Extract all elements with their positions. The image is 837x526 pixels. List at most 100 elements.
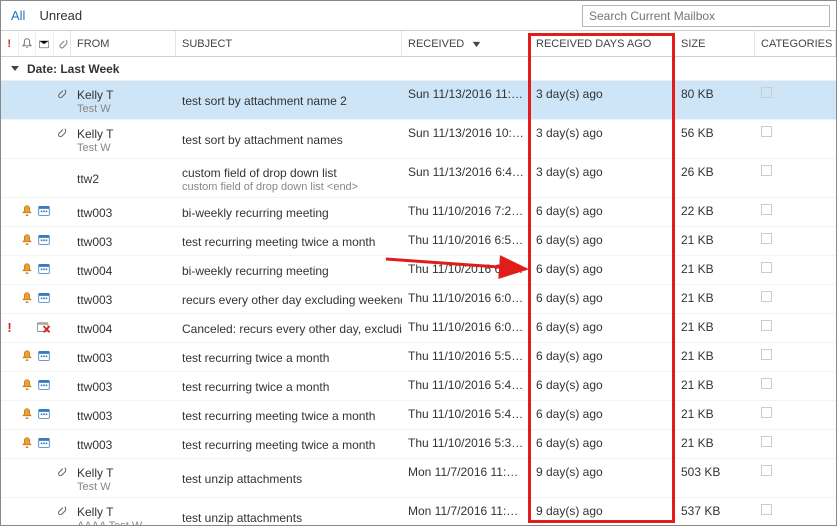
row-category[interactable] — [755, 343, 836, 371]
importance-header-icon[interactable]: ! — [1, 31, 19, 56]
row-icons — [1, 159, 71, 197]
reminder-icon — [20, 349, 34, 363]
group-header[interactable]: Date: Last Week — [1, 57, 836, 81]
message-row[interactable]: ttw003 test recurring meeting twice a mo… — [1, 430, 836, 459]
message-row[interactable]: ttw003 test recurring meeting twice a mo… — [1, 227, 836, 256]
reminder-icon — [20, 378, 34, 392]
row-size: 56 KB — [675, 120, 755, 158]
row-icons — [1, 343, 71, 371]
row-from: ttw004 — [71, 256, 176, 284]
message-row[interactable]: Kelly T Test W test sort by attachment n… — [1, 120, 836, 159]
row-size: 21 KB — [675, 372, 755, 400]
row-category[interactable] — [755, 198, 836, 226]
message-row[interactable]: ttw004 bi-weekly recurring meeting Thu 1… — [1, 256, 836, 285]
mail-app: All Unread ! FROM SUBJECT RECEIVED ▼ REC… — [0, 0, 837, 526]
collapse-icon — [11, 66, 19, 71]
message-row[interactable]: ! ttw004 Canceled: recurs every other da… — [1, 314, 836, 343]
message-row[interactable]: Kelly T Test W test unzip attachments Mo… — [1, 459, 836, 498]
category-box-icon — [761, 378, 772, 389]
row-received: Mon 11/7/2016 11:59 P... — [402, 459, 530, 497]
row-icons — [1, 227, 71, 255]
tab-all[interactable]: All — [11, 8, 25, 23]
reminder-icon — [20, 291, 34, 305]
row-category[interactable] — [755, 498, 836, 526]
row-days-ago: 3 day(s) ago — [530, 81, 675, 119]
category-box-icon — [761, 165, 772, 176]
row-size: 21 KB — [675, 401, 755, 429]
column-categories[interactable]: CATEGORIES — [755, 31, 836, 56]
row-category[interactable] — [755, 459, 836, 497]
category-box-icon — [761, 126, 772, 137]
category-box-icon — [761, 436, 772, 447]
row-from: Kelly T Test W — [71, 120, 176, 158]
category-box-icon — [761, 504, 772, 515]
reminder-header-icon[interactable] — [19, 31, 37, 56]
column-received-label: RECEIVED — [408, 38, 464, 50]
row-from: ttw003 — [71, 198, 176, 226]
tab-unread[interactable]: Unread — [39, 8, 82, 23]
search-box[interactable] — [582, 5, 830, 27]
calendar-icon — [37, 407, 51, 420]
column-headers: ! FROM SUBJECT RECEIVED ▼ RECEIVED DAYS … — [1, 31, 836, 57]
row-category[interactable] — [755, 314, 836, 342]
row-subject: test recurring meeting twice a month — [176, 227, 402, 255]
row-days-ago: 6 day(s) ago — [530, 198, 675, 226]
row-subject: test sort by attachment names — [176, 120, 402, 158]
row-from: ttw003 — [71, 401, 176, 429]
calendar-icon — [37, 262, 51, 275]
row-received: Thu 11/10/2016 7:28 PM — [402, 198, 530, 226]
row-subject: test recurring meeting twice a month — [176, 401, 402, 429]
row-subject: test unzip attachments — [176, 459, 402, 497]
row-received: Thu 11/10/2016 5:40 PM — [402, 401, 530, 429]
message-row[interactable]: Kelly T Test W test sort by attachment n… — [1, 81, 836, 120]
message-row[interactable]: Kelly T AAAA Test W test unzip attachmen… — [1, 498, 836, 526]
row-received: Thu 11/10/2016 6:57 PM — [402, 227, 530, 255]
row-category[interactable] — [755, 159, 836, 197]
row-category[interactable] — [755, 120, 836, 158]
reminder-icon — [20, 436, 34, 450]
message-row[interactable]: ttw003 test recurring meeting twice a mo… — [1, 401, 836, 430]
row-received: Thu 11/10/2016 6:09 PM — [402, 285, 530, 313]
row-category[interactable] — [755, 285, 836, 313]
reminder-icon — [20, 262, 34, 276]
row-category[interactable] — [755, 401, 836, 429]
search-input[interactable] — [583, 6, 829, 26]
message-row[interactable]: ttw003 test recurring twice a month Thu … — [1, 343, 836, 372]
row-received: Thu 11/10/2016 5:38 PM — [402, 430, 530, 458]
row-subject: test recurring twice a month — [176, 372, 402, 400]
row-icons — [1, 285, 71, 313]
row-days-ago: 3 day(s) ago — [530, 159, 675, 197]
message-row[interactable]: ttw2 custom field of drop down list cust… — [1, 159, 836, 198]
column-size[interactable]: SIZE — [675, 31, 755, 56]
row-category[interactable] — [755, 430, 836, 458]
attachment-header-icon[interactable] — [54, 31, 71, 56]
attachment-icon — [55, 87, 67, 101]
column-received[interactable]: RECEIVED ▼ — [402, 31, 530, 56]
row-subject: test sort by attachment name 2 — [176, 81, 402, 119]
row-size: 503 KB — [675, 459, 755, 497]
calendar-icon — [37, 436, 51, 449]
message-row[interactable]: ttw003 test recurring twice a month Thu … — [1, 372, 836, 401]
row-category[interactable] — [755, 256, 836, 284]
row-category[interactable] — [755, 81, 836, 119]
category-box-icon — [761, 349, 772, 360]
row-category[interactable] — [755, 372, 836, 400]
icon-columns-header[interactable]: ! — [1, 31, 71, 56]
column-from[interactable]: FROM — [71, 31, 176, 56]
calendar-icon — [37, 378, 51, 391]
message-row[interactable]: ttw003 bi-weekly recurring meeting Thu 1… — [1, 198, 836, 227]
column-subject[interactable]: SUBJECT — [176, 31, 402, 56]
row-category[interactable] — [755, 227, 836, 255]
category-box-icon — [761, 87, 772, 98]
itemtype-header-icon[interactable] — [36, 31, 54, 56]
row-days-ago: 6 day(s) ago — [530, 314, 675, 342]
row-size: 21 KB — [675, 314, 755, 342]
row-from: ttw004 — [71, 314, 176, 342]
column-received-days-ago[interactable]: RECEIVED DAYS AGO — [530, 31, 675, 56]
row-days-ago: 6 day(s) ago — [530, 372, 675, 400]
importance-icon: ! — [7, 320, 11, 335]
category-box-icon — [761, 204, 772, 215]
row-size: 537 KB — [675, 498, 755, 526]
message-row[interactable]: ttw003 recurs every other day excluding … — [1, 285, 836, 314]
filter-tabs: All Unread — [11, 8, 82, 23]
